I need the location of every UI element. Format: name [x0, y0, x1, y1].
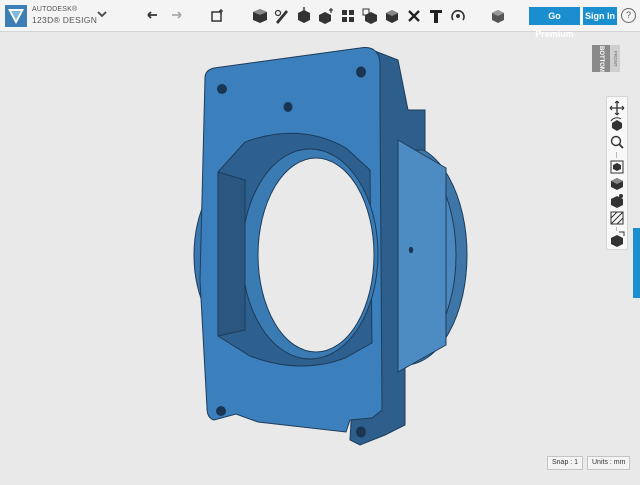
snap-icon	[451, 9, 465, 21]
measure-icon	[408, 10, 420, 22]
units-status[interactable]: Units : mm	[587, 456, 631, 470]
primitives-icon	[253, 9, 267, 23]
view-solid-icon	[611, 178, 623, 190]
side-panel-tab[interactable]	[633, 228, 640, 298]
combine-button[interactable]	[382, 6, 402, 26]
combine-icon	[386, 10, 398, 23]
view-solid-button[interactable]	[609, 176, 625, 192]
modify-button[interactable]	[316, 6, 336, 26]
3d-model[interactable]	[0, 32, 640, 480]
materials-view-button[interactable]	[609, 193, 625, 209]
material-icon	[492, 10, 504, 23]
construct-button[interactable]	[294, 6, 314, 26]
navigation-bar	[606, 96, 628, 250]
grid-visibility-icon	[611, 231, 625, 247]
grouping-button[interactable]	[360, 6, 380, 26]
view-cube-bottom-face[interactable]: BOTTOM	[592, 45, 610, 72]
chevron-down-icon[interactable]	[97, 10, 107, 18]
top-toolbar: AUTODESK® 123D® DESIGN Go Premium Sign I…	[0, 0, 640, 39]
construct-icon	[298, 7, 310, 23]
snap-status[interactable]: Snap : 1	[547, 456, 584, 470]
view-cube[interactable]: BOTTOM FRONT	[592, 45, 622, 73]
pan-icon	[609, 100, 625, 116]
modify-icon	[319, 8, 333, 24]
fit-button[interactable]	[609, 159, 625, 175]
undo-button[interactable]	[143, 6, 163, 26]
redo-button[interactable]	[166, 6, 186, 26]
fit-icon	[610, 160, 624, 174]
pan-button[interactable]	[609, 100, 625, 116]
sign-in-button[interactable]: Sign In	[583, 7, 617, 25]
undo-icon	[147, 11, 157, 19]
zoom-icon	[610, 135, 624, 149]
materials-view-icon	[611, 194, 623, 208]
nav-divider	[616, 152, 617, 158]
transform-icon	[211, 9, 223, 22]
3d-viewport[interactable]	[0, 32, 640, 480]
material-button[interactable]	[488, 6, 508, 26]
redo-icon	[172, 11, 182, 19]
transform-button[interactable]	[208, 6, 228, 26]
sketch-button[interactable]	[272, 6, 292, 26]
snap-button[interactable]	[448, 6, 468, 26]
view-cube-front-face[interactable]: FRONT	[610, 45, 620, 72]
primitives-button[interactable]	[250, 6, 270, 26]
outline-view-button[interactable]	[609, 210, 625, 226]
pattern-button[interactable]	[338, 6, 358, 26]
brand-company: AUTODESK®	[32, 6, 78, 13]
text-icon	[430, 10, 442, 23]
grid-visibility-button[interactable]	[609, 231, 625, 247]
autodesk-logo-icon	[5, 5, 27, 27]
go-premium-button[interactable]: Go Premium	[529, 7, 580, 39]
pattern-icon	[342, 10, 354, 22]
brand-product: 123D® DESIGN	[32, 15, 98, 25]
zoom-button[interactable]	[609, 134, 625, 150]
orbit-icon	[610, 117, 622, 131]
text-button[interactable]	[426, 6, 446, 26]
sketch-icon	[274, 9, 288, 24]
measure-button[interactable]	[404, 6, 424, 26]
orbit-button[interactable]	[609, 117, 625, 133]
outline-view-icon	[610, 211, 624, 225]
help-button[interactable]: ?	[621, 8, 636, 23]
grouping-icon	[362, 8, 377, 24]
